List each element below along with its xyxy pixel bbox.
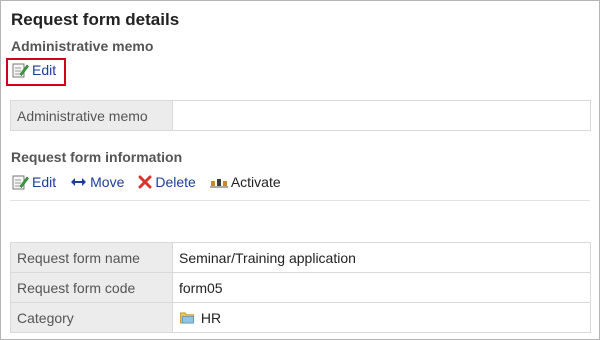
admin-memo-edit-label: Edit — [32, 62, 57, 78]
admin-memo-section-title: Administrative memo — [11, 38, 154, 54]
request-form-section-title: Request form information — [11, 149, 183, 165]
category-label: Category — [10, 302, 173, 333]
toolbar-divider — [10, 200, 590, 234]
table-row: Request form name Seminar/Training appli… — [10, 242, 591, 273]
move-button[interactable]: Move — [70, 174, 124, 190]
request-form-edit-button[interactable]: Edit — [12, 174, 56, 190]
request-form-toolbar: Edit Move Delete Activate — [12, 174, 281, 190]
page-title: Request form details — [11, 10, 180, 29]
admin-memo-table: Administrative memo — [10, 100, 591, 131]
request-form-name-label: Request form name — [10, 242, 173, 273]
edit-icon — [12, 175, 29, 190]
request-form-edit-label: Edit — [32, 174, 57, 190]
request-form-code-label: Request form code — [10, 272, 173, 303]
admin-memo-label: Administrative memo — [10, 100, 173, 131]
category-value: HR — [200, 309, 222, 326]
folder-icon — [180, 311, 194, 323]
table-row: Category HR — [10, 302, 591, 333]
delete-x-icon — [138, 175, 152, 189]
admin-memo-value — [172, 100, 591, 131]
table-row: Administrative memo — [10, 100, 591, 131]
category-value-cell: HR — [172, 302, 591, 333]
activate-icon — [209, 179, 228, 188]
admin-memo-edit-button[interactable]: Edit — [12, 62, 56, 78]
request-form-info-table: Request form name Seminar/Training appli… — [10, 242, 591, 333]
activate-label: Activate — [230, 174, 281, 190]
delete-button[interactable]: Delete — [138, 174, 196, 190]
activate-button[interactable]: Activate — [209, 174, 281, 190]
request-form-name-value: Seminar/Training application — [172, 242, 591, 273]
move-arrows-icon — [71, 178, 87, 186]
delete-label: Delete — [155, 174, 196, 190]
move-label: Move — [90, 174, 125, 190]
edit-icon — [12, 63, 29, 78]
table-row: Request form code form05 — [10, 272, 591, 303]
request-form-code-value: form05 — [172, 272, 591, 303]
